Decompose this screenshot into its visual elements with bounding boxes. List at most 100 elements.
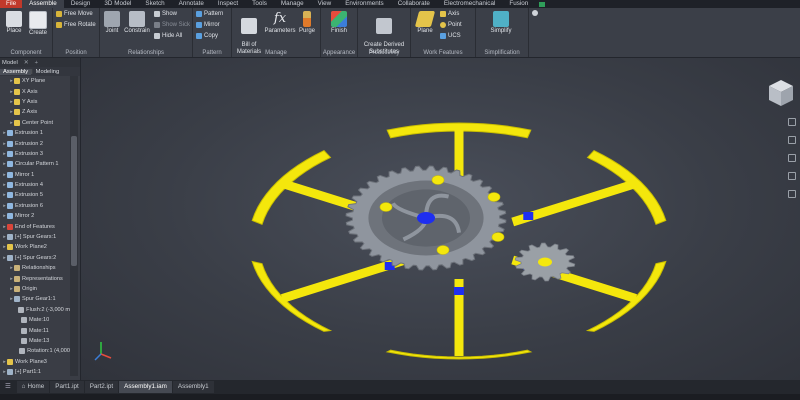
work-point-icon — [14, 119, 20, 126]
tree-node[interactable]: ▸ Y Axis — [0, 97, 70, 107]
work-plane-icon — [7, 358, 13, 365]
tree-node[interactable]: ▸ Extrusion 5 — [0, 190, 70, 200]
free-rotate-button[interactable]: Free Rotate — [56, 22, 96, 28]
extra-tab-icon[interactable] — [539, 1, 546, 7]
tree-node[interactable]: ▸ [+] Spur Gears:1 — [0, 232, 70, 242]
joint-button[interactable]: Joint — [102, 11, 122, 35]
tree-node[interactable]: ▸ XY Plane — [0, 76, 70, 86]
menu-tab-electromechanical[interactable]: Electromechanical — [437, 0, 502, 8]
doc-tab-part2[interactable]: Part2.ipt — [84, 381, 119, 393]
tree-node[interactable]: ▸ Center Point — [0, 118, 70, 128]
tree-node[interactable]: Rotation:1 (4,000 — [0, 346, 70, 356]
point-icon — [440, 22, 446, 28]
nav-zoom-icon[interactable] — [787, 154, 796, 162]
close-icon[interactable]: ✕ — [24, 60, 29, 66]
browser-scrollbar[interactable] — [70, 76, 78, 376]
tree-node[interactable]: ▸ Extrusion 1 — [0, 128, 70, 138]
tree-node[interactable]: Flush:2 (-3,000 m — [0, 305, 70, 315]
graphics-viewport[interactable] — [81, 58, 800, 380]
feature-icon — [7, 130, 13, 137]
yellow-pin — [379, 202, 393, 212]
tree-node[interactable]: ▸ Work Plane3 — [0, 357, 70, 367]
axis-label: Axis — [448, 11, 460, 17]
tree-node-label: [+] Spur Gears:2 — [15, 254, 57, 261]
parameters-button[interactable]: fx Parameters — [264, 11, 296, 35]
menu-tab-inspect[interactable]: Inspect — [211, 0, 245, 8]
menu-tab-file[interactable]: File — [0, 0, 23, 8]
doc-tab-assembly1-iam[interactable]: Assembly1.iam — [119, 381, 172, 393]
menu-tab-environments[interactable]: Environments — [338, 0, 391, 8]
finish-button[interactable]: Finish — [327, 11, 351, 35]
copy-button[interactable]: Copy — [196, 33, 218, 39]
constrain-label: Constrain — [124, 28, 150, 34]
tab-assembly[interactable]: Assembly — [0, 68, 32, 75]
plane-button[interactable]: Plane — [414, 11, 436, 35]
tree-node[interactable]: ▸ Work Plane2 — [0, 242, 70, 252]
ribbon-options-icon[interactable] — [532, 10, 538, 16]
assembly-model — [94, 80, 793, 361]
tree-node[interactable]: ▸ Mirror 2 — [0, 211, 70, 221]
add-icon[interactable]: + — [35, 60, 38, 66]
doc-tab-part1[interactable]: Part1.ipt — [50, 381, 84, 393]
tree-node[interactable]: ▸ Spur Gear1:1 — [0, 294, 70, 304]
point-button[interactable]: Point — [440, 22, 462, 28]
menu-tab-view[interactable]: View — [311, 0, 339, 8]
tree-node[interactable]: ▸ Extrusion 6 — [0, 201, 70, 211]
place-button[interactable]: Place — [4, 11, 24, 35]
menu-tab-design[interactable]: Design — [64, 0, 98, 8]
create-label: Create — [28, 30, 47, 36]
tree-node[interactable]: ▸ Representations — [0, 273, 70, 283]
bom-icon — [241, 18, 257, 34]
panel-title-pattern: Pattern — [202, 50, 222, 56]
menu-icon[interactable]: ☰ — [0, 381, 16, 393]
create-button[interactable]: Create — [27, 11, 49, 37]
tree-node[interactable]: ▸ Extrusion 3 — [0, 149, 70, 159]
nav-look-at-icon[interactable] — [787, 190, 796, 198]
tree-node[interactable]: ▸ [+] Part1:1 — [0, 367, 70, 377]
menu-tab-sketch[interactable]: Sketch — [138, 0, 171, 8]
axis-icon — [440, 11, 446, 17]
doc-tab-home[interactable]: ⌂ Home — [16, 381, 50, 393]
viewcube-icon[interactable] — [769, 80, 793, 106]
doc-tab-assembly1[interactable]: Assembly1 — [172, 381, 214, 393]
tree-node[interactable]: ▸ Extrusion 4 — [0, 180, 70, 190]
tree-node[interactable]: Mate:13 — [0, 336, 70, 346]
menu-tab-3d-model[interactable]: 3D Model — [97, 0, 138, 8]
tree-node[interactable]: Mate:10 — [0, 315, 70, 325]
tree-node[interactable]: ▸ Mirror 1 — [0, 170, 70, 180]
menu-tab-annotate[interactable]: Annotate — [172, 0, 211, 8]
menu-tab-assemble[interactable]: Assemble — [22, 0, 64, 8]
tree-node[interactable]: ▸ Z Axis — [0, 107, 70, 117]
mirror-button[interactable]: Mirror — [196, 22, 220, 28]
constrain-button[interactable]: Constrain — [123, 11, 151, 35]
tree-node[interactable]: ▸ Origin — [0, 284, 70, 294]
free-move-button[interactable]: Free Move — [56, 11, 93, 17]
tree-node[interactable]: ▸ [+] Spur Gears:2 — [0, 253, 70, 263]
tree-node[interactable]: ▸ Circular Pattern 1 — [0, 159, 70, 169]
purge-button[interactable]: Purge — [296, 11, 318, 35]
feature-icon — [7, 202, 13, 209]
menu-tab-manage[interactable]: Manage — [274, 0, 311, 8]
pattern-button[interactable]: Pattern — [196, 11, 223, 17]
work-axis-icon — [14, 109, 20, 116]
hide-all-button[interactable]: Hide All — [154, 33, 182, 39]
tree-node[interactable]: ▸ X Axis — [0, 86, 70, 96]
scroll-thumb[interactable] — [71, 136, 77, 266]
show-sick-button[interactable]: Show Sick — [154, 22, 190, 28]
axis-button[interactable]: Axis — [440, 11, 459, 17]
tree-node[interactable]: Mate:11 — [0, 325, 70, 335]
tree-node[interactable]: ▸ Extrusion 2 — [0, 138, 70, 148]
tree-node[interactable]: ▸ End of Features — [0, 221, 70, 231]
menu-tab-fusion[interactable]: Fusion — [502, 0, 535, 8]
nav-pan-icon[interactable] — [787, 136, 796, 144]
panel-component: Place Create Component — [0, 8, 53, 57]
show-button[interactable]: Show — [154, 11, 177, 17]
simplify-button[interactable]: Simplify — [486, 11, 516, 35]
nav-orbit-icon[interactable] — [787, 172, 796, 180]
tab-modeling[interactable]: Modeling — [33, 69, 63, 75]
menu-tab-collaborate[interactable]: Collaborate — [391, 0, 437, 8]
menu-tab-tools[interactable]: Tools — [245, 0, 274, 8]
ucs-button[interactable]: UCS — [440, 33, 461, 39]
nav-full-wheel-icon[interactable] — [787, 118, 796, 126]
tree-node[interactable]: ▸ Relationships — [0, 263, 70, 273]
